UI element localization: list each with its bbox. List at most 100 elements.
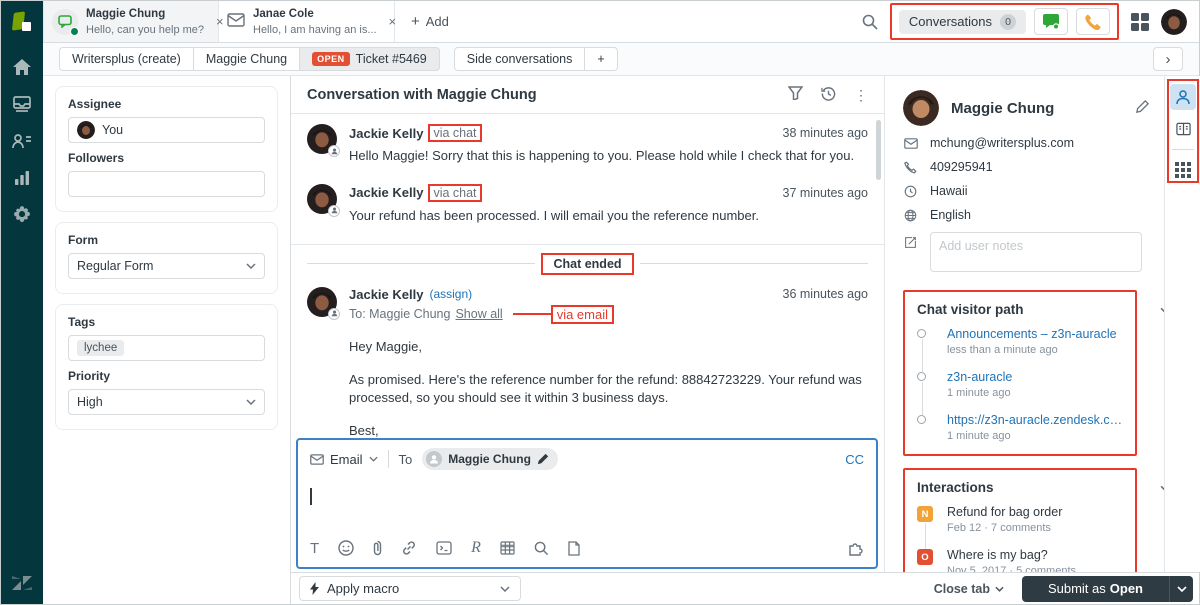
visitor-path-item: Announcements – z3n-auracle less than a … xyxy=(917,327,1123,372)
form-label: Form xyxy=(68,233,98,247)
timeline-node-icon xyxy=(917,415,926,424)
customer-language: English xyxy=(930,208,971,222)
customer-avatar xyxy=(903,90,939,126)
add-tab-button[interactable]: + Add xyxy=(395,1,465,42)
visitor-path-link[interactable]: Announcements – z3n-auracle xyxy=(947,327,1123,341)
history-icon[interactable] xyxy=(821,86,836,104)
attachment-icon[interactable] xyxy=(373,540,382,556)
filter-icon[interactable] xyxy=(787,86,804,103)
apps-puzzle-icon[interactable] xyxy=(847,540,864,556)
context-rail xyxy=(1164,76,1200,572)
search-icon[interactable] xyxy=(862,14,878,30)
agent-avatar[interactable] xyxy=(1161,8,1187,35)
reporting-icon[interactable] xyxy=(1,164,43,191)
phone-icon xyxy=(903,160,918,174)
kebab-menu-icon[interactable]: ⋮ xyxy=(854,88,868,102)
agent-badge-icon xyxy=(328,204,340,217)
interaction-item[interactable]: N Refund for bag order Feb 12 · 7 commen… xyxy=(917,505,1123,550)
tag-lychee[interactable]: lychee xyxy=(77,340,125,356)
chevron-down-icon xyxy=(500,585,510,592)
script-r-icon[interactable]: R xyxy=(471,539,481,557)
assign-link[interactable]: (assign) xyxy=(429,287,472,301)
recipient-pill[interactable]: Maggie Chung xyxy=(422,448,558,470)
tab-subtitle: Hello, I am having an is... xyxy=(253,24,377,37)
edit-pencil-icon[interactable] xyxy=(1135,99,1150,117)
interaction-title: Where is my bag? xyxy=(947,548,1048,562)
email-icon xyxy=(227,13,245,30)
visitor-path-link[interactable]: z3n-auracle xyxy=(947,370,1123,384)
tab-ticket[interactable]: OPEN Ticket #5469 xyxy=(299,47,440,71)
tab-writersplus[interactable]: Writersplus (create) xyxy=(59,47,194,71)
customer-phone[interactable]: 409295941 xyxy=(930,160,993,174)
link-icon[interactable] xyxy=(401,540,417,556)
to-label: To xyxy=(398,451,413,467)
tags-field[interactable]: lychee xyxy=(68,335,265,361)
code-block-icon[interactable] xyxy=(436,541,452,555)
status-open-badge: O xyxy=(917,549,933,565)
chat-icon xyxy=(1043,14,1059,29)
visitor-path-item: https://z3n-auracle.zendesk.com/hc/en...… xyxy=(917,413,1123,442)
followers-input[interactable] xyxy=(77,177,256,191)
customer-email[interactable]: mchung@writersplus.com xyxy=(930,136,1074,150)
message-time: 38 minutes ago xyxy=(782,126,868,140)
timeline-node-icon xyxy=(917,372,926,381)
conversation-tab-maggie[interactable]: Maggie Chung Hello, can you help me? × xyxy=(43,1,224,42)
chevron-right-icon: › xyxy=(1165,50,1171,68)
submit-options-chevron[interactable] xyxy=(1169,575,1193,602)
zendesk-agent-workspace: Maggie Chung Hello, can you help me? × J… xyxy=(0,0,1200,605)
scrollbar[interactable] xyxy=(876,120,881,180)
via-email-annotation: via email xyxy=(550,304,614,324)
home-icon[interactable] xyxy=(1,53,43,80)
submit-as-open-button[interactable]: Submit as Open xyxy=(1021,575,1169,602)
phone-button[interactable] xyxy=(1076,8,1110,35)
message-author: Jackie Kelly xyxy=(349,125,424,141)
table-icon[interactable] xyxy=(500,541,515,555)
search-icon[interactable] xyxy=(534,541,549,556)
conversation-tab-janae[interactable]: Janae Cole Hello, I am having an is... × xyxy=(219,1,396,42)
chat-ended-annotation: Chat ended xyxy=(541,252,634,275)
composer-textarea[interactable] xyxy=(298,474,876,531)
email-icon xyxy=(903,137,918,149)
notes-icon xyxy=(903,236,918,249)
user-notes-input[interactable] xyxy=(930,232,1142,272)
priority-select[interactable]: High xyxy=(68,389,265,415)
tab-maggie-chung[interactable]: Maggie Chung xyxy=(192,47,301,71)
via-chat-annotation: via chat xyxy=(428,183,482,202)
customers-icon[interactable] xyxy=(1,127,43,154)
chat-visitor-path-card: Chat visitor path Announcements – z3n-au… xyxy=(903,290,1171,456)
document-icon[interactable] xyxy=(568,540,580,556)
chat-message: Jackie Kelly via chat 37 minutes ago You… xyxy=(307,183,868,226)
visitor-path-link[interactable]: https://z3n-auracle.zendesk.com/hc/en... xyxy=(947,413,1123,427)
chat-message: Jackie Kelly via chat 38 minutes ago Hel… xyxy=(307,124,868,166)
visitor-path-time: 1 minute ago xyxy=(947,387,1011,399)
emoji-icon[interactable] xyxy=(338,540,354,556)
chat-toggle-button[interactable] xyxy=(1034,8,1068,35)
assignee-avatar xyxy=(77,121,95,139)
close-tab-button[interactable]: Close tab xyxy=(934,582,1004,596)
collapse-panel-button[interactable]: › xyxy=(1153,47,1183,71)
ticket-fields-panel: Assignee You Followers Form Regular Form… xyxy=(43,76,291,604)
admin-gear-icon[interactable] xyxy=(1,201,43,228)
products-grid-icon[interactable] xyxy=(1131,12,1149,31)
add-side-conversation-button[interactable]: + xyxy=(584,47,618,71)
tab-side-conversations[interactable]: Side conversations xyxy=(453,47,586,71)
phone-icon xyxy=(1085,14,1101,30)
email-paragraph: As promised. Here's the reference number… xyxy=(349,371,862,406)
recipient-avatar xyxy=(426,451,443,467)
email-greeting: Hey Maggie, xyxy=(349,338,422,354)
plus-icon: + xyxy=(411,13,420,30)
apply-macro-button[interactable]: Apply macro xyxy=(299,576,521,601)
conversations-count-badge: 0 xyxy=(1000,13,1016,30)
views-icon[interactable] xyxy=(1,90,43,117)
conversations-button[interactable]: Conversations 0 xyxy=(898,9,1026,34)
chevron-down-icon xyxy=(246,263,256,269)
assignee-field[interactable]: You xyxy=(68,117,265,143)
form-select[interactable]: Regular Form xyxy=(68,253,265,279)
email-message: Jackie Kelly (assign) 36 minutes ago To:… xyxy=(307,286,868,438)
cc-button[interactable]: CC xyxy=(845,452,864,467)
conversation-title: Conversation with Maggie Chung xyxy=(307,86,537,103)
text-format-icon[interactable]: T xyxy=(310,540,319,557)
followers-field[interactable] xyxy=(68,171,265,197)
channel-selector[interactable]: Email xyxy=(310,452,378,467)
show-all-link[interactable]: Show all xyxy=(455,307,502,321)
